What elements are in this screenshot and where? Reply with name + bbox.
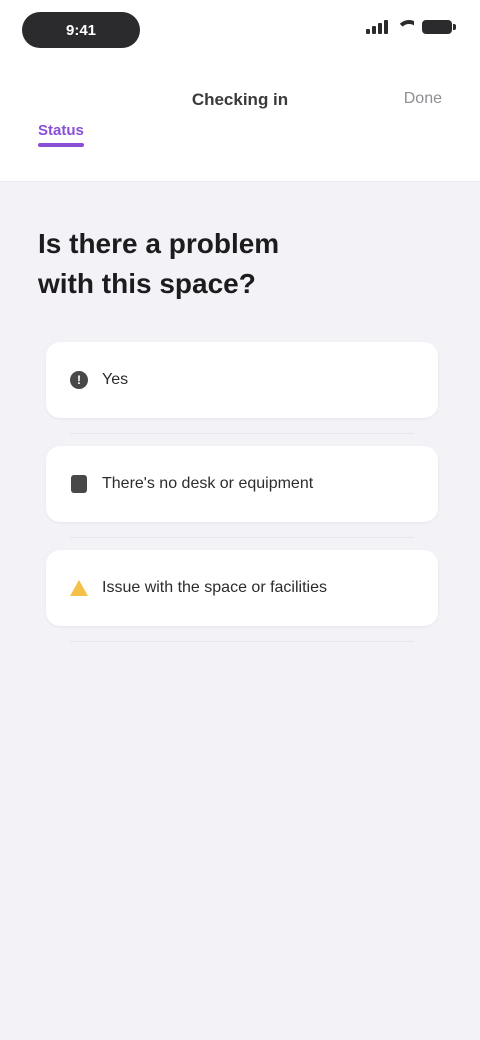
signal-icon <box>366 20 388 34</box>
nav-bar: Checking in Done Status <box>0 64 480 182</box>
option-facilities-issue[interactable]: Issue with the space or facilities <box>46 550 438 642</box>
option-yes[interactable]: ! Yes <box>46 342 438 434</box>
divider <box>70 641 414 642</box>
status-bar: 9:41 <box>0 0 480 64</box>
option-no-desk[interactable]: There's no desk or equipment <box>46 446 438 538</box>
options-list: ! Yes There's no desk or equipment Issue… <box>46 342 438 654</box>
divider <box>70 433 414 434</box>
option-label: There's no desk or equipment <box>102 475 314 492</box>
battery-icon <box>422 20 456 34</box>
warning-icon <box>70 579 88 597</box>
tab-status[interactable]: Status <box>38 122 84 147</box>
option-label: Issue with the space or facilities <box>102 579 327 596</box>
option-label: Yes <box>102 371 129 388</box>
alert-icon: ! <box>70 371 88 389</box>
status-icons <box>366 20 456 34</box>
grid-icon <box>70 475 88 493</box>
wifi-icon <box>396 20 414 34</box>
page-title: Is there a problem with this space? <box>38 228 280 299</box>
divider <box>70 537 414 538</box>
status-time: 9:41 <box>22 12 140 48</box>
done-button[interactable]: Done <box>404 90 442 108</box>
